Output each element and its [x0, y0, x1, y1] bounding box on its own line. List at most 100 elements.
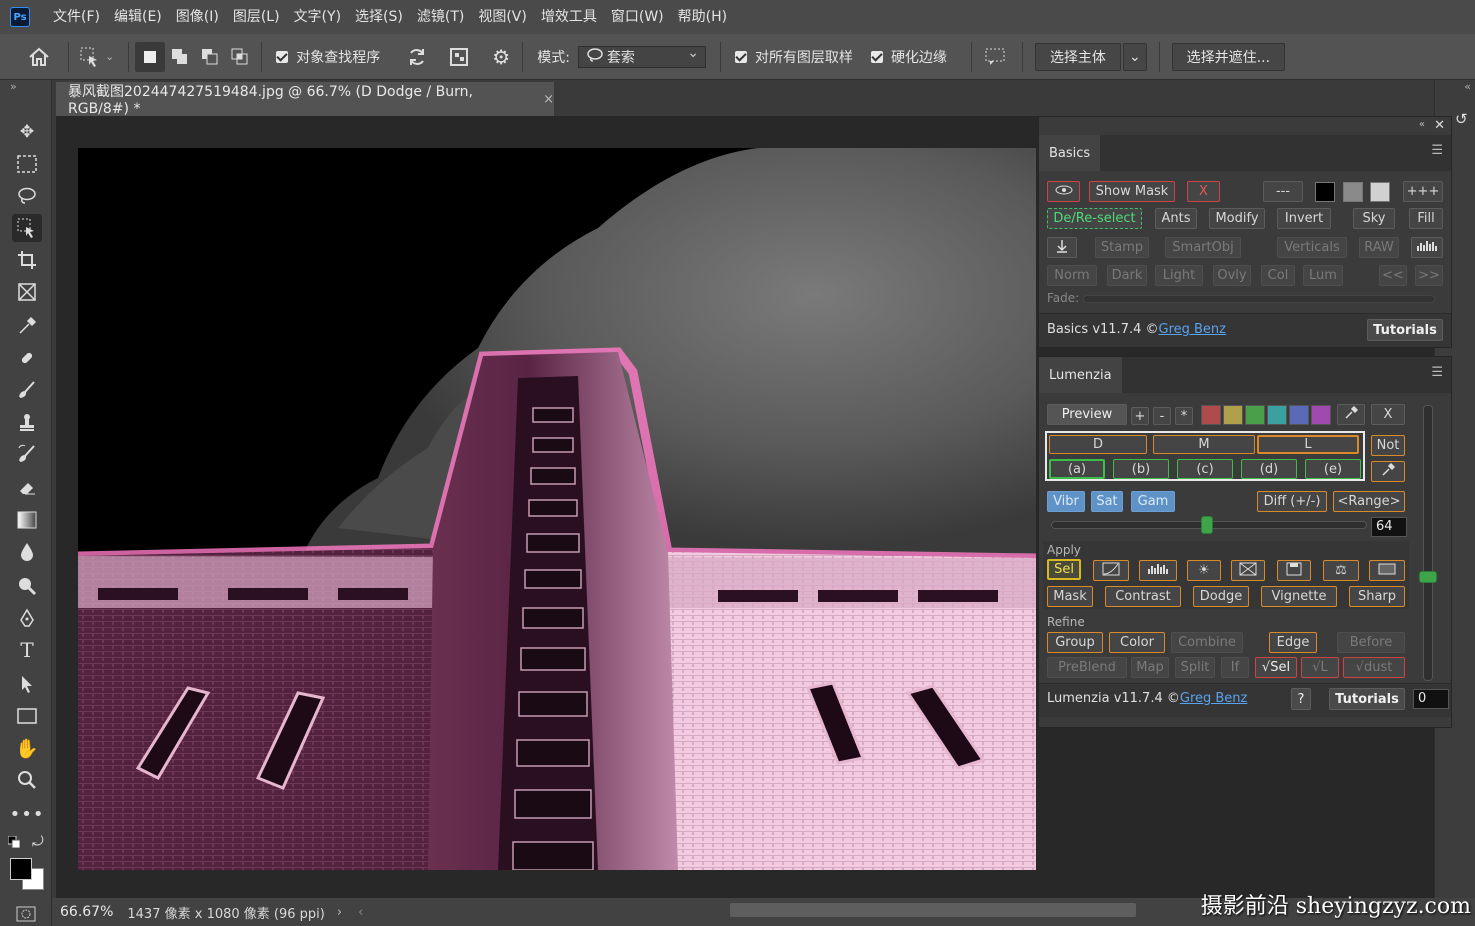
intersect-selection-icon[interactable] — [225, 42, 255, 72]
combine-button[interactable]: Combine — [1171, 632, 1243, 653]
zone-a-button[interactable]: (a) — [1049, 459, 1105, 479]
darks-button[interactable]: D — [1049, 435, 1147, 454]
vertical-slider[interactable] — [1423, 405, 1433, 681]
more-tools-icon[interactable]: ••• — [10, 800, 44, 828]
hard-edge-checkbox[interactable]: 硬化边缘 — [870, 47, 947, 67]
gradient-tool-icon[interactable] — [12, 506, 42, 534]
type-tool-icon[interactable]: T — [12, 636, 42, 664]
subtract-from-selection-icon[interactable] — [195, 42, 225, 72]
preview-button[interactable]: Preview — [1047, 404, 1127, 425]
zone-c-button[interactable]: (c) — [1177, 459, 1233, 479]
gamma-button[interactable]: Gam — [1131, 491, 1175, 512]
range-slider-knob[interactable] — [1201, 516, 1213, 534]
gray-swatch[interactable] — [1343, 182, 1363, 202]
edge-button[interactable]: Edge — [1269, 632, 1317, 653]
vignette-button[interactable]: Vignette — [1261, 586, 1337, 607]
blue-swatch[interactable] — [1289, 405, 1309, 425]
histogram-button[interactable] — [1411, 237, 1443, 258]
brightness-icon-button[interactable]: ☀ — [1187, 560, 1221, 581]
zone-e-button[interactable]: (e) — [1305, 459, 1361, 479]
scroll-left-arrow[interactable]: ‹ — [358, 905, 363, 920]
black-swatch[interactable] — [1315, 182, 1335, 202]
document-info[interactable]: 1437 像素 x 1080 像素 (96 ppi) — [121, 903, 324, 922]
verticals-button[interactable]: Verticals — [1277, 237, 1347, 258]
invert-button[interactable]: Invert — [1277, 208, 1331, 229]
saturation-button[interactable]: Sat — [1091, 491, 1123, 512]
group-button[interactable]: Group — [1047, 632, 1103, 653]
mids-button[interactable]: M — [1153, 435, 1255, 454]
lasso-tool-icon[interactable] — [12, 182, 42, 210]
mask-button[interactable]: Mask — [1047, 586, 1093, 607]
fade-slider[interactable] — [1083, 295, 1435, 303]
add-to-selection-icon[interactable] — [165, 42, 195, 72]
select-and-mask-button[interactable]: 选择并遮住... — [1171, 42, 1286, 71]
sample-all-layers-checkbox[interactable]: 对所有图层取样 — [734, 47, 853, 67]
path-selection-tool-icon[interactable] — [12, 670, 42, 698]
greg-benz-link[interactable]: Greg Benz — [1159, 322, 1227, 337]
panel-menu-icon[interactable]: ☰ — [1431, 143, 1443, 158]
stamp-down-button[interactable] — [1047, 237, 1077, 258]
solid-icon-button[interactable] — [1369, 560, 1405, 581]
red-swatch[interactable] — [1201, 405, 1221, 425]
menu-edit[interactable]: 编辑(E) — [107, 0, 169, 34]
ovly-button[interactable]: Ovly — [1213, 265, 1251, 286]
show-all-objects-icon[interactable] — [444, 42, 474, 72]
star-button[interactable]: * — [1175, 407, 1193, 425]
new-selection-icon[interactable] — [135, 41, 166, 72]
horizontal-scrollbar[interactable] — [730, 903, 1136, 917]
basics-tab[interactable]: Basics — [1039, 135, 1101, 171]
select-subject-button[interactable]: 选择主体 — [1034, 42, 1121, 71]
vibrance-button[interactable]: Vibr — [1047, 491, 1085, 512]
check-l-button[interactable]: √L — [1301, 657, 1339, 678]
sky-button[interactable]: Sky — [1353, 208, 1395, 229]
show-mask-button[interactable]: Show Mask — [1089, 181, 1175, 202]
brush-tool-icon[interactable] — [12, 376, 42, 404]
comment-selection-icon[interactable] — [980, 42, 1010, 72]
lumenzia-tab[interactable]: Lumenzia — [1039, 357, 1122, 393]
menu-window[interactable]: 窗口(W) — [604, 0, 671, 34]
previous-button[interactable]: << — [1379, 265, 1407, 286]
history-icon[interactable]: ↺ — [1455, 110, 1468, 128]
exposure-icon-button[interactable] — [1231, 560, 1265, 581]
gear-icon[interactable]: ⚙ — [486, 42, 516, 72]
swap-colors-icon[interactable]: ⤾ — [32, 834, 44, 850]
menu-select[interactable]: 选择(S) — [348, 0, 410, 34]
lumenzia-tutorials-button[interactable]: Tutorials — [1329, 688, 1405, 710]
norm-button[interactable]: Norm — [1047, 265, 1097, 286]
home-icon[interactable] — [24, 42, 54, 72]
save-icon-button[interactable] — [1277, 560, 1311, 581]
help-button[interactable]: ? — [1291, 688, 1311, 710]
split-button[interactable]: Split — [1175, 657, 1215, 678]
close-icon[interactable]: ✕ — [1434, 118, 1445, 133]
marquee-tool-icon[interactable] — [12, 150, 42, 178]
levels-icon-button[interactable] — [1139, 560, 1177, 581]
zone-d-button[interactable]: (d) — [1241, 459, 1297, 479]
greg-benz-link[interactable]: Greg Benz — [1180, 691, 1248, 706]
eraser-tool-icon[interactable] — [12, 474, 42, 502]
fill-button[interactable]: Fill — [1409, 208, 1443, 229]
menu-file[interactable]: 文件(F) — [46, 0, 107, 34]
select-subject-dropdown[interactable]: ⌄ — [1122, 42, 1147, 71]
visibility-button[interactable] — [1047, 181, 1080, 202]
dashes-button[interactable]: --- — [1263, 181, 1303, 202]
history-brush-tool-icon[interactable] — [12, 440, 42, 468]
plus3-button[interactable]: +++ — [1403, 181, 1443, 202]
eyedropper-tool-icon[interactable] — [12, 312, 42, 340]
object-finder-checkbox[interactable]: 对象查找程序 — [276, 47, 380, 67]
default-colors-icon[interactable] — [7, 835, 21, 849]
blur-tool-icon[interactable] — [12, 538, 42, 566]
rectangle-tool-icon[interactable] — [12, 702, 42, 730]
frame-tool-icon[interactable] — [12, 278, 42, 306]
lights-button[interactable]: L — [1257, 435, 1359, 454]
sel-button[interactable]: Sel — [1047, 559, 1081, 580]
ants-button[interactable]: Ants — [1155, 208, 1197, 229]
check-dust-button[interactable]: √dust — [1343, 657, 1405, 678]
plus-button[interactable]: + — [1131, 407, 1149, 425]
modify-button[interactable]: Modify — [1209, 208, 1265, 229]
lumenzia-clear-button[interactable]: X — [1371, 404, 1405, 425]
collapse-icon[interactable]: « — [1419, 119, 1425, 130]
if-button[interactable]: If — [1221, 657, 1249, 678]
color-picker-button[interactable] — [1337, 404, 1365, 425]
mode-select[interactable]: 套索 — [577, 45, 706, 68]
menu-type[interactable]: 文字(Y) — [287, 0, 348, 34]
